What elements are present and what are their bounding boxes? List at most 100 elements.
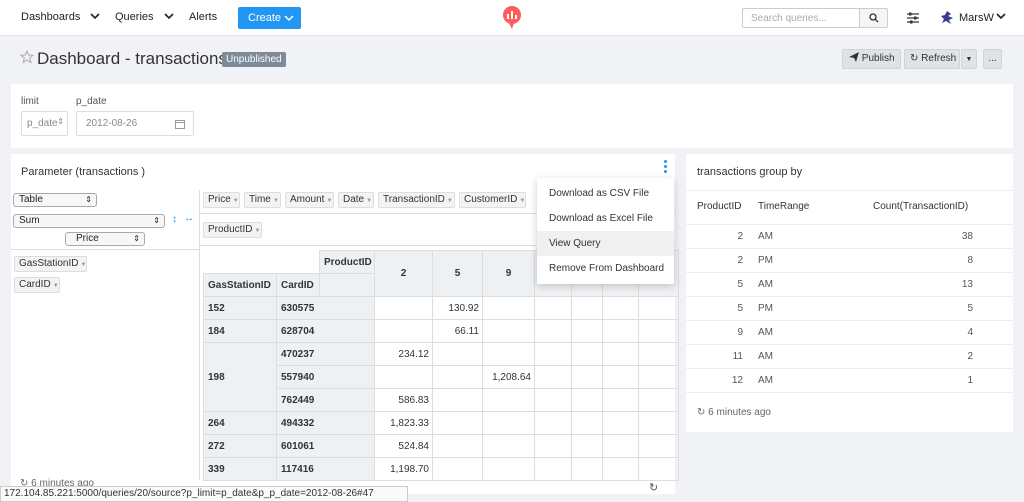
chevron-down-icon[interactable] [163, 10, 175, 22]
column-header: TimeRange [758, 201, 810, 212]
chevron-down-icon[interactable] [89, 10, 101, 22]
cell-timerange: AM [758, 279, 773, 290]
param-label-limit: limit [21, 96, 39, 107]
pdate-input[interactable]: 2012-08-26 [76, 111, 194, 136]
column-header: 9 [482, 250, 535, 297]
cell-timerange: PM [758, 303, 773, 314]
renderer-value: Table [19, 194, 43, 205]
table-widget [686, 154, 1013, 432]
table-cell [482, 411, 535, 435]
attr-label: TransactionID [383, 194, 445, 205]
last-updated-text: 6 minutes ago [708, 407, 771, 418]
attr-pill-customerid[interactable]: CustomerID ▼ [459, 192, 526, 208]
sort-rows-icon[interactable]: ↕ [172, 214, 177, 225]
cell-productid: 2 [737, 255, 743, 266]
attr-pill-price[interactable]: Price ▼ [203, 192, 240, 208]
table-cell [374, 365, 433, 389]
table-cell: 234.12 [374, 342, 433, 366]
refresh-button[interactable]: ↻ Refresh [904, 49, 960, 69]
table-row: 339 117416 1,198.70 [203, 457, 679, 481]
table-cell: 524.84 [374, 434, 433, 458]
search-input[interactable] [742, 8, 860, 28]
cell-productid: 2 [737, 231, 743, 242]
create-button[interactable]: Create [238, 7, 301, 29]
user-name[interactable]: MarsW [959, 12, 994, 24]
row-header-gas: 152 [203, 296, 277, 320]
cell-count: 8 [967, 255, 973, 266]
column-header: ProductID [697, 201, 742, 212]
redash-logo-icon[interactable] [502, 6, 522, 30]
search-button[interactable] [860, 8, 888, 28]
paper-plane-icon [849, 52, 859, 62]
agg-field-value: Price [76, 233, 99, 244]
cell-productid: 9 [737, 327, 743, 338]
cell-productid: 11 [732, 351, 743, 362]
widget-context-menu: Download as CSV File Download as Excel F… [537, 178, 674, 284]
refresh-icon: ↻ [910, 53, 919, 64]
sort-cols-icon[interactable]: ↔ [184, 213, 194, 224]
caret-down-icon: ▼ [965, 56, 973, 63]
select-arrows-icon: ⇕ [133, 234, 140, 243]
refresh-widget-icon[interactable]: ↻ [649, 481, 658, 494]
widget-title: Parameter (transactions ) [21, 166, 146, 178]
aggregator-select[interactable]: Sum ⇕ [13, 214, 165, 228]
favorite-star-icon[interactable] [20, 50, 34, 64]
row-divider [686, 272, 1013, 273]
table-cell: 66.11 [432, 319, 483, 343]
pdate-value: 2012-08-26 [86, 118, 138, 129]
widget-menu-icon[interactable] [664, 160, 668, 174]
row-header-card: 601061 [276, 434, 375, 458]
table-cell [432, 411, 483, 435]
cell-count: 1 [967, 375, 973, 386]
select-arrows-icon: ⇕ [57, 117, 64, 126]
table-cell [432, 457, 483, 481]
last-updated: ↻ 6 minutes ago [697, 407, 771, 418]
table-row: 198 470237 234.12 [203, 342, 679, 412]
column-header: Count(TransactionID) [873, 201, 969, 212]
attr-pill-time[interactable]: Time ▼ [244, 192, 281, 208]
more-options-button[interactable]: ... [983, 49, 1002, 69]
menu-item-remove[interactable]: Remove From Dashboard [537, 256, 674, 281]
limit-select[interactable]: p_date ⇕ [21, 111, 68, 136]
row-header-gas: 184 [203, 319, 277, 343]
attr-label: Amount [290, 194, 325, 205]
table-cell: 1,208.64 [482, 365, 535, 389]
widget-title: transactions group by [697, 166, 803, 178]
chevron-down-icon[interactable] [995, 10, 1007, 22]
row-header-card: 762449 [276, 388, 375, 412]
menu-item-download-csv[interactable]: Download as CSV File [537, 181, 674, 206]
limit-value: p_date [27, 118, 58, 129]
menu-item-download-excel[interactable]: Download as Excel File [537, 206, 674, 231]
attr-label: CardID [19, 279, 51, 290]
menu-item-view-query[interactable]: View Query [537, 231, 674, 256]
user-avatar[interactable] [940, 10, 955, 25]
divider [11, 249, 200, 250]
publish-button[interactable]: Publish [842, 49, 901, 69]
table-cell [432, 434, 483, 458]
row-divider [686, 248, 1013, 249]
row-attr-header: GasStationID [203, 273, 277, 297]
cell-timerange: AM [758, 375, 773, 386]
nav-queries[interactable]: Queries [115, 11, 154, 23]
attr-label: GasStationID [19, 258, 79, 269]
settings-sliders-icon[interactable] [906, 11, 920, 25]
agg-field-select[interactable]: Price ⇕ [65, 232, 145, 246]
attr-pill-date[interactable]: Date ▼ [338, 192, 374, 208]
table-cell [374, 296, 433, 320]
page-title: Dashboard - transactions [37, 49, 227, 68]
param-label-pdate: p_date [76, 96, 107, 107]
renderer-select[interactable]: Table ⇕ [13, 193, 97, 207]
divider [686, 190, 1013, 191]
row-header-gas: 198 [203, 342, 277, 412]
attr-pill-productid[interactable]: ProductID ▼ [203, 222, 262, 238]
nav-alerts[interactable]: Alerts [189, 11, 217, 23]
attr-pill-gasstationid[interactable]: GasStationID ▼ [14, 256, 87, 272]
attr-label: Price [208, 194, 231, 205]
more-label: ... [988, 53, 997, 64]
attr-pill-transactionid[interactable]: TransactionID ▼ [378, 192, 455, 208]
nav-dashboards[interactable]: Dashboards [21, 11, 80, 23]
cell-productid: 5 [737, 279, 743, 290]
attr-pill-amount[interactable]: Amount ▼ [285, 192, 334, 208]
refresh-dropdown-button[interactable]: ▼ [961, 49, 977, 69]
attr-pill-cardid[interactable]: CardID ▼ [14, 277, 60, 293]
